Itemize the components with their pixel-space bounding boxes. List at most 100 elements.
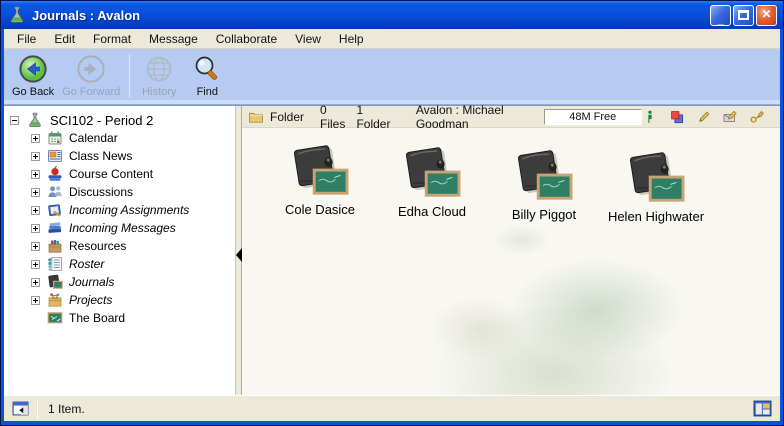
tree-item-label: Journals (67, 275, 116, 289)
expand-box-icon[interactable] (31, 134, 40, 143)
tree-item-incoming-assignments[interactable]: Incoming Assignments (4, 201, 235, 219)
tree-item-label: Incoming Messages (67, 221, 178, 235)
journal-book-icon (625, 151, 687, 207)
journal-item-helen-highwater[interactable]: Helen Highwater (600, 151, 712, 224)
expand-box-icon[interactable] (31, 242, 40, 251)
expand-box-icon[interactable] (31, 278, 40, 287)
tree-item-label: Calendar (67, 131, 120, 145)
toggle-sidebar-icon[interactable] (12, 401, 29, 416)
free-space-indicator: 48M Free (544, 109, 642, 125)
expand-box-icon[interactable] (31, 224, 40, 233)
owner-label: Avalon : Michael Goodman (416, 103, 532, 131)
tree-item-label: The Board (67, 311, 127, 325)
flask-icon (26, 111, 44, 129)
go-forward-button: Go Forward (58, 52, 124, 100)
minimize-button[interactable]: _ (710, 5, 731, 26)
menu-bar: FileEditFormatMessageCollaborateViewHelp (4, 29, 780, 49)
tree-item-journals[interactable]: Journals (4, 273, 235, 291)
tree-item-roster[interactable]: Roster (4, 255, 235, 273)
tree-item-label: Course Content (67, 167, 155, 181)
journal-item-edha-cloud[interactable]: Edha Cloud (376, 146, 488, 219)
journal-book-icon (401, 146, 463, 202)
tree-item-resources[interactable]: Resources (4, 237, 235, 255)
tree-item-sci102-period-2[interactable]: SCI102 - Period 2 (4, 111, 235, 129)
forward-icon (76, 54, 106, 84)
tree-item-label: Discussions (67, 185, 135, 199)
expand-box-icon[interactable] (31, 152, 40, 161)
tree-item-course-content[interactable]: Course Content (4, 165, 235, 183)
expand-box-icon[interactable] (31, 188, 40, 197)
content-column: Folder 0 Files 1 Folder Avalon : Michael… (242, 106, 780, 395)
tree-item-class-news[interactable]: Class News (4, 147, 235, 165)
files-area: Cole DasiceEdha Cloud Billy Piggot Helen H… (242, 128, 780, 395)
folder-icon (248, 110, 264, 124)
toolbar-separator (129, 54, 130, 98)
history-icon (144, 54, 174, 84)
resources-icon (47, 238, 63, 254)
go-back-button[interactable]: Go Back (8, 52, 58, 100)
tree-item-label: Resources (67, 239, 128, 253)
files-row: Cole DasiceEdha Cloud Billy Piggot Helen H… (264, 144, 780, 224)
title-bar: Journals : Avalon _ ✕ (1, 1, 783, 29)
journal-item-label: Billy Piggot (512, 207, 576, 222)
menu-item-collaborate[interactable]: Collaborate (207, 30, 286, 48)
menu-item-view[interactable]: View (286, 30, 330, 48)
projects-icon (47, 292, 63, 308)
menu-item-message[interactable]: Message (140, 30, 207, 48)
menu-item-edit[interactable]: Edit (45, 30, 84, 48)
history-button: History (135, 52, 183, 100)
tree-item-label: Class News (67, 149, 134, 163)
back-icon (18, 54, 48, 84)
expand-box-icon[interactable] (31, 170, 40, 179)
person-icon[interactable] (642, 110, 658, 124)
journal-book-icon (513, 149, 575, 205)
sidebar-tree: SCI102 - Period 2 Calendar Class News Cours… (4, 106, 235, 395)
find-icon (192, 54, 222, 84)
pane-splitter[interactable] (235, 106, 242, 395)
panes: SCI102 - Period 2 Calendar Class News Cours… (4, 105, 780, 395)
tree-item-projects[interactable]: Projects (4, 291, 235, 309)
go-forward-label: Go Forward (62, 86, 120, 98)
toolbar: Go Back Go Forward History Find (4, 49, 780, 105)
find-button[interactable]: Find (183, 52, 231, 100)
app-window: Journals : Avalon _ ✕ FileEditFormatMess… (0, 0, 784, 426)
tree-item-label: Roster (67, 257, 106, 271)
course-content-icon (47, 166, 63, 182)
maximize-button[interactable] (733, 5, 754, 26)
tree-item-label: SCI102 - Period 2 (48, 113, 155, 128)
find-label: Find (197, 86, 218, 98)
key-pencil-icon[interactable] (750, 110, 766, 124)
class-news-icon (47, 148, 63, 164)
content-header-bar: Folder 0 Files 1 Folder Avalon : Michael… (242, 106, 780, 128)
header-action-icons (642, 110, 774, 124)
menu-item-file[interactable]: File (8, 30, 45, 48)
app-flask-icon (7, 5, 27, 25)
tree-item-incoming-messages[interactable]: Incoming Messages (4, 219, 235, 237)
expand-box-icon[interactable] (31, 206, 40, 215)
tree-item-calendar[interactable]: Calendar (4, 129, 235, 147)
compose-mail-icon[interactable] (723, 110, 739, 124)
layout-view-icon[interactable] (753, 400, 772, 417)
folders-count: 1 Folder (356, 103, 391, 131)
window-controls: _ ✕ (710, 5, 777, 26)
expander-spacer (31, 314, 40, 323)
journal-item-cole-dasice[interactable]: Cole Dasice (264, 144, 376, 217)
pencil-icon[interactable] (696, 110, 712, 124)
calendar-icon (47, 130, 63, 146)
tree-item-label: Incoming Assignments (67, 203, 191, 217)
journal-item-billy-piggot[interactable]: Billy Piggot (488, 149, 600, 222)
journals-icon (47, 274, 63, 290)
collapse-box-icon[interactable] (10, 116, 19, 125)
journal-item-label: Helen Highwater (608, 209, 704, 224)
tree-item-the-board[interactable]: The Board (4, 309, 235, 327)
menu-item-help[interactable]: Help (330, 30, 373, 48)
shapes-icon[interactable] (669, 110, 685, 124)
status-item-count: 1 Item. (48, 402, 753, 416)
expand-box-icon[interactable] (31, 260, 40, 269)
tree-item-label: Projects (67, 293, 114, 307)
menu-item-format[interactable]: Format (84, 30, 140, 48)
close-button[interactable]: ✕ (756, 5, 777, 26)
tree-item-discussions[interactable]: Discussions (4, 183, 235, 201)
expand-box-icon[interactable] (31, 296, 40, 305)
roster-icon (47, 256, 63, 272)
